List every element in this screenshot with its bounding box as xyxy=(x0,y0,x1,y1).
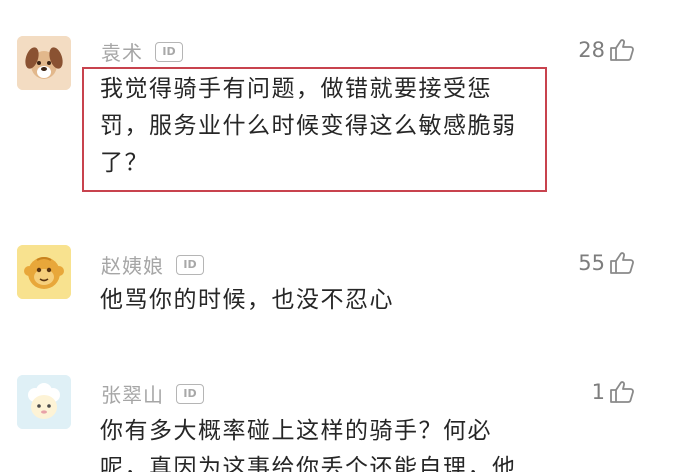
like-count: 28 xyxy=(578,38,605,62)
thumbs-up-icon xyxy=(610,252,634,274)
comment-line: 他骂你的时候，也没不忍心 xyxy=(100,287,394,313)
comment-meta: 袁术 ID xyxy=(101,37,183,66)
username[interactable]: 赵姨娘 xyxy=(101,250,164,279)
dog-avatar-icon xyxy=(17,36,71,90)
like-button[interactable]: 55 xyxy=(578,251,635,275)
id-badge: ID xyxy=(176,383,204,404)
avatar[interactable] xyxy=(17,375,71,429)
id-badge: ID xyxy=(176,254,204,275)
like-count: 55 xyxy=(578,251,605,275)
username[interactable]: 袁术 xyxy=(101,37,143,66)
thumbs-up-icon xyxy=(610,39,634,61)
comment-line: 你有多大概率碰上这样的骑手？何必 xyxy=(100,418,492,444)
like-count: 1 xyxy=(591,380,605,404)
avatar[interactable] xyxy=(17,245,71,299)
comment-list: 袁术 ID 28 我觉得骑手有问题，做错就要接受惩 罚，服务业什么时候变得这么敏… xyxy=(0,0,675,472)
username[interactable]: 张翠山 xyxy=(101,379,164,408)
like-button[interactable]: 28 xyxy=(578,38,635,62)
monkey-avatar-icon xyxy=(17,245,71,299)
comment-text: 你有多大概率碰上这样的骑手？何必 呢，真因为这事给你丢个还能自理，他 xyxy=(100,413,517,472)
comment-meta: 赵姨娘 ID xyxy=(101,250,204,279)
id-badge: ID xyxy=(155,41,183,62)
comment-text: 他骂你的时候，也没不忍心 xyxy=(100,282,394,319)
avatar[interactable] xyxy=(17,36,71,90)
like-button[interactable]: 1 xyxy=(592,380,635,404)
comment-line: 呢，真因为这事给你丢个还能自理，他 xyxy=(100,455,517,472)
sheep-avatar-icon xyxy=(17,375,71,429)
comment-meta: 张翠山 ID xyxy=(101,379,204,408)
thumbs-up-icon xyxy=(610,381,634,403)
highlight-box xyxy=(82,67,547,192)
